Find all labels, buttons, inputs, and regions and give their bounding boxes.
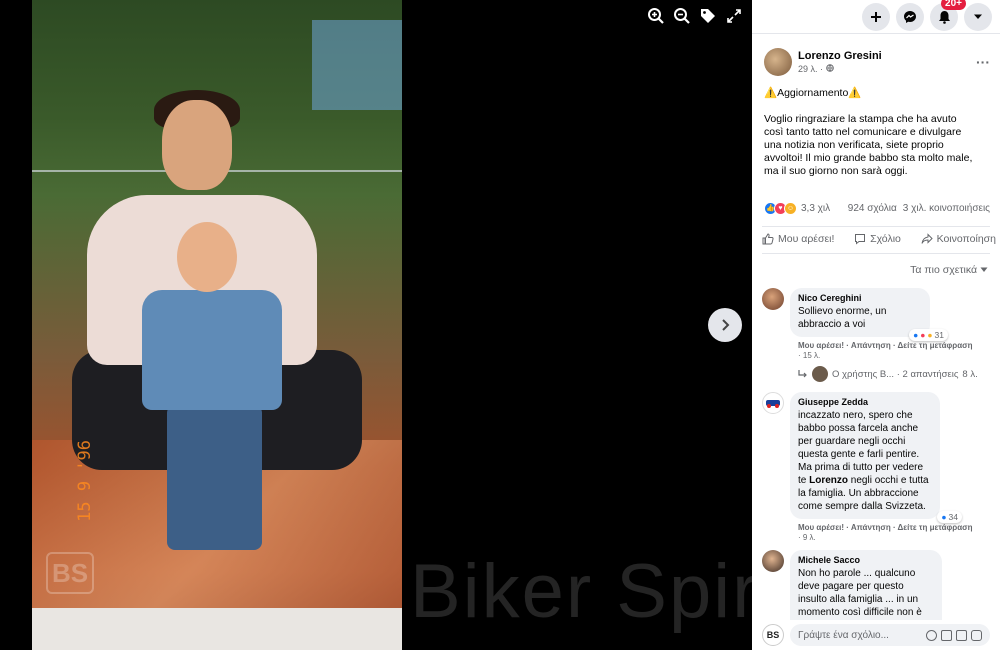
- comments-count[interactable]: 924 σχόλια: [848, 203, 897, 214]
- zoom-out-icon[interactable]: [672, 6, 692, 26]
- post-text: Voglio ringraziare la stampa che ha avut…: [764, 113, 973, 177]
- post-title: ⚠️Aggiornamento⚠️: [764, 87, 862, 99]
- photo-date-stamp: 15 9 '96: [75, 440, 95, 522]
- care-reaction-icon: ●: [927, 330, 933, 340]
- comment-reaction-count: 31: [934, 330, 944, 340]
- next-photo-button[interactable]: [708, 308, 742, 342]
- commenter-name[interactable]: Giuseppe Zedda: [798, 397, 932, 407]
- like-button[interactable]: Μου αρέσει!: [762, 233, 834, 245]
- comment-bubble: Nico Cereghini Sollievo enorme, un abbra…: [790, 288, 948, 341]
- author-avatar[interactable]: [764, 48, 792, 76]
- photo-logo-watermark: BS: [46, 552, 94, 594]
- view-replies-button[interactable]: Ο χρήστης Β... · 2 απαντήσεις 8 λ.: [752, 366, 1000, 382]
- fullscreen-icon[interactable]: [724, 6, 744, 26]
- shares-count[interactable]: 3 χιλ. κοινοποιήσεις: [903, 203, 990, 214]
- comment-reactions[interactable]: ● ● ● 31: [909, 329, 948, 341]
- sticker-icon[interactable]: [971, 629, 982, 641]
- gif-icon[interactable]: [956, 629, 967, 641]
- reaction-icons[interactable]: 👍 ♥ ☺: [764, 201, 797, 215]
- commenter-avatar[interactable]: [762, 288, 784, 310]
- emoji-icon[interactable]: [926, 629, 937, 641]
- reply-arrow-icon: [798, 370, 807, 378]
- viewer-toolbar: [646, 6, 744, 26]
- love-reaction-icon: ●: [920, 330, 926, 340]
- comment-button[interactable]: Σχόλιο: [854, 233, 901, 245]
- comment-item: Giuseppe Zedda incazzato nero, spero che…: [752, 382, 1000, 542]
- post-stats: 👍 ♥ ☺ 3,3 χιλ 924 σχόλια 3 χιλ. κοινοποι…: [752, 200, 1000, 216]
- mentioned-name[interactable]: Lorenzo: [809, 475, 848, 486]
- post-photo[interactable]: 15 9 '96 BS: [32, 0, 402, 650]
- comment-item: Nico Cereghini Sollievo enorme, un abbra…: [752, 276, 1000, 382]
- sort-label: Τα πιο σχετικά: [910, 264, 978, 276]
- comment-bubble: Giuseppe Zedda incazzato nero, spero che…: [790, 392, 962, 523]
- share-label: Κοινοποίηση: [936, 233, 996, 245]
- reply-preview: Ο χρήστης Β... · 2 απαντήσεις: [832, 368, 959, 380]
- commenter-name[interactable]: Nico Cereghini: [798, 293, 922, 303]
- comment-placeholder: Γράψτε ένα σχόλιο...: [798, 629, 889, 641]
- comment-age: · 15 λ.: [798, 351, 821, 360]
- comment-reaction-count: 34: [948, 512, 958, 522]
- reactions-count[interactable]: 3,3 χιλ: [801, 203, 830, 214]
- zoom-in-icon[interactable]: [646, 6, 666, 26]
- reply-age: 8 λ.: [962, 368, 978, 380]
- comment-composer: BS Γράψτε ένα σχόλιο...: [752, 620, 1000, 650]
- camera-icon[interactable]: [941, 629, 952, 641]
- comment-age: · 9 λ.: [798, 533, 816, 542]
- comment-input[interactable]: Γράψτε ένα σχόλιο...: [790, 624, 990, 646]
- tag-icon[interactable]: [698, 6, 718, 26]
- messenger-icon: [904, 10, 916, 23]
- commenter-avatar[interactable]: [762, 392, 784, 414]
- comment-text: Sollievo enorme, un abbraccio a voi: [798, 306, 887, 330]
- caret-down-icon: [974, 14, 982, 19]
- like-reaction-icon: ●: [913, 330, 919, 340]
- reply-avatar: [812, 366, 828, 382]
- plus-icon: [871, 11, 881, 22]
- like-label: Μου αρέσει!: [778, 233, 835, 245]
- comment-text: incazzato nero, spero che babbo possa fa…: [798, 410, 929, 512]
- post-header: Lorenzo Gresini 29 λ. · ···: [752, 34, 1000, 82]
- comment-reactions[interactable]: ● 34: [937, 511, 962, 523]
- post-options-icon[interactable]: ···: [976, 54, 990, 70]
- comment-actions[interactable]: Μου αρέσει! · Απάντηση · Δείτε τη μετάφρ…: [752, 523, 1000, 532]
- bell-icon: [938, 10, 950, 24]
- create-button[interactable]: [862, 2, 890, 31]
- photo-viewer: 15 9 '96 BS Biker Spirit: [0, 0, 752, 650]
- like-reaction-icon: ●: [941, 512, 947, 522]
- globe-icon: [825, 64, 834, 74]
- comment-icon: [855, 234, 866, 245]
- care-reaction-icon: ☺: [784, 201, 797, 215]
- comment-actions[interactable]: Μου αρέσει! · Απάντηση · Δείτε τη μετάφρ…: [752, 341, 1000, 350]
- post-age[interactable]: 29 λ. ·: [798, 64, 823, 74]
- post-actions: Μου αρέσει! Σχόλιο Κοινοποίηση: [752, 227, 1000, 245]
- messenger-button[interactable]: [896, 2, 924, 31]
- commenter-avatar[interactable]: [762, 550, 784, 572]
- notification-badge: 20+: [941, 0, 966, 10]
- chevron-right-icon: [722, 319, 730, 331]
- post-panel: 20+ Lorenzo Gresini 29 λ. · ··· ⚠️Aggior…: [752, 0, 1000, 650]
- comment-label: Σχόλιο: [870, 233, 901, 245]
- post-meta: 29 λ. ·: [798, 64, 882, 74]
- post-author[interactable]: Lorenzo Gresini: [798, 50, 882, 62]
- composer-avatar[interactable]: BS: [762, 624, 784, 646]
- commenter-name[interactable]: Michele Sacco: [798, 555, 934, 565]
- share-icon: [921, 233, 933, 244]
- account-menu-button[interactable]: [964, 2, 992, 31]
- thumbs-up-icon: [762, 233, 774, 245]
- notifications-button[interactable]: 20+: [930, 0, 966, 31]
- top-navigation: 20+: [752, 0, 1000, 34]
- share-button[interactable]: Κοινοποίηση: [921, 233, 996, 245]
- comment-sort-button[interactable]: Τα πιο σχετικά: [752, 254, 1000, 276]
- caret-down-icon: [980, 267, 988, 272]
- watermark-text: Biker Spirit: [410, 549, 752, 634]
